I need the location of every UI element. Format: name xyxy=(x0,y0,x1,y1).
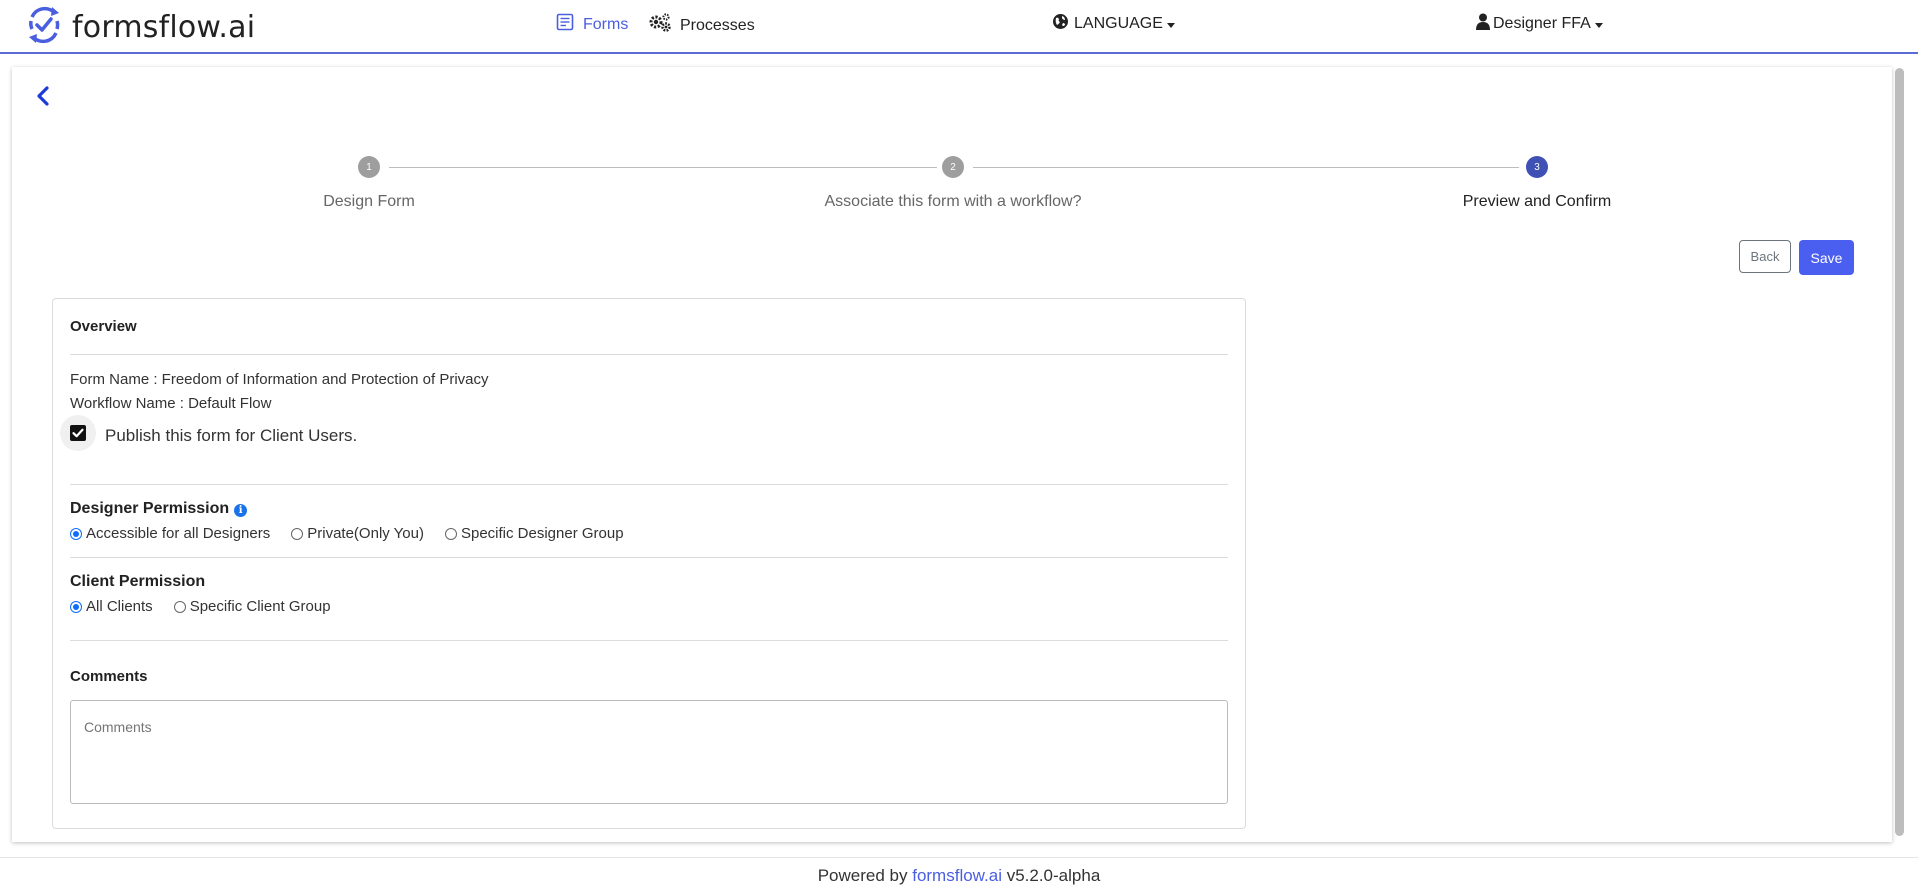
chevron-down-icon xyxy=(1166,22,1175,28)
processes-gears-icon xyxy=(648,13,672,38)
brand-name: formsflow.ai xyxy=(72,10,256,45)
workflow-name-text: Workflow Name : Default Flow xyxy=(70,395,272,412)
radio-label[interactable]: Accessible for all Designers xyxy=(86,525,270,542)
radio-private[interactable] xyxy=(291,527,304,540)
forms-icon xyxy=(556,13,574,36)
divider xyxy=(70,484,1228,485)
radio-specific-client-group[interactable] xyxy=(173,600,186,613)
comments-textarea[interactable] xyxy=(70,700,1228,804)
nav-processes-label: Processes xyxy=(680,16,755,34)
step-connector xyxy=(973,167,1519,168)
footer-formsflow-link[interactable]: formsflow.ai xyxy=(912,866,1002,885)
footer: Powered by formsflow.ai v5.2.0-alpha xyxy=(0,866,1918,886)
globe-icon xyxy=(1052,13,1069,35)
step-2-label: Associate this form with a workflow? xyxy=(824,193,1082,210)
radio-label[interactable]: Specific Designer Group xyxy=(461,525,624,542)
info-icon[interactable]: i xyxy=(234,504,248,517)
save-button[interactable]: Save xyxy=(1799,240,1854,275)
step-3-label: Preview and Confirm xyxy=(1462,193,1612,210)
checkbox-checked-icon xyxy=(70,425,86,441)
brand-logo[interactable]: formsflow.ai xyxy=(26,3,255,52)
designer-permission-options: Accessible for all Designers Private(Onl… xyxy=(70,525,624,542)
comments-title: Comments xyxy=(70,668,148,685)
back-button[interactable]: Back xyxy=(1739,240,1791,273)
divider xyxy=(70,354,1228,355)
footer-prefix: Powered by xyxy=(817,866,908,885)
footer-version: v5.2.0-alpha xyxy=(1006,866,1101,885)
radio-all-clients[interactable] xyxy=(70,600,82,613)
top-navbar: formsflow.ai Forms Processes LANGUAGE De… xyxy=(0,0,1918,54)
step-connector xyxy=(389,167,937,168)
client-permission-options: All Clients Specific Client Group xyxy=(70,598,331,615)
radio-label[interactable]: All Clients xyxy=(86,598,153,615)
language-label: LANGUAGE xyxy=(1074,15,1163,32)
radio-all-designers[interactable] xyxy=(70,527,82,540)
form-name-text: Form Name : Freedom of Information and P… xyxy=(70,371,489,388)
designer-permission-label: Designer Permission xyxy=(70,500,230,517)
back-chevron-icon[interactable] xyxy=(36,86,50,111)
designer-permission-title: Designer Permission i xyxy=(70,500,248,518)
language-dropdown[interactable]: LANGUAGE xyxy=(1052,13,1175,35)
footer-divider xyxy=(0,857,1918,858)
chevron-down-icon xyxy=(1594,22,1603,28)
step-1-label: Design Form xyxy=(323,193,415,210)
radio-label[interactable]: Private(Only You) xyxy=(307,525,424,542)
overview-title: Overview xyxy=(70,318,137,335)
divider xyxy=(70,557,1228,558)
formsflow-logo-icon xyxy=(26,3,62,52)
divider xyxy=(70,640,1228,641)
radio-label[interactable]: Specific Client Group xyxy=(190,598,331,615)
nav-forms-label: Forms xyxy=(583,15,629,33)
publish-label[interactable]: Publish this form for Client Users. xyxy=(105,426,357,446)
user-icon xyxy=(1476,13,1490,35)
client-permission-title: Client Permission xyxy=(70,573,206,590)
nav-processes-link[interactable]: Processes xyxy=(648,13,755,38)
user-menu-dropdown[interactable]: Designer FFA xyxy=(1476,13,1603,35)
radio-specific-designer-group[interactable] xyxy=(444,527,457,540)
publish-checkbox[interactable] xyxy=(60,415,96,451)
step-1-indicator: 1 xyxy=(358,156,380,178)
step-2-indicator: 2 xyxy=(942,156,964,178)
step-3-indicator: 3 xyxy=(1526,156,1548,178)
vertical-scrollbar[interactable] xyxy=(1895,68,1904,836)
nav-forms-link[interactable]: Forms xyxy=(556,13,628,36)
user-name: Designer FFA xyxy=(1493,15,1591,32)
